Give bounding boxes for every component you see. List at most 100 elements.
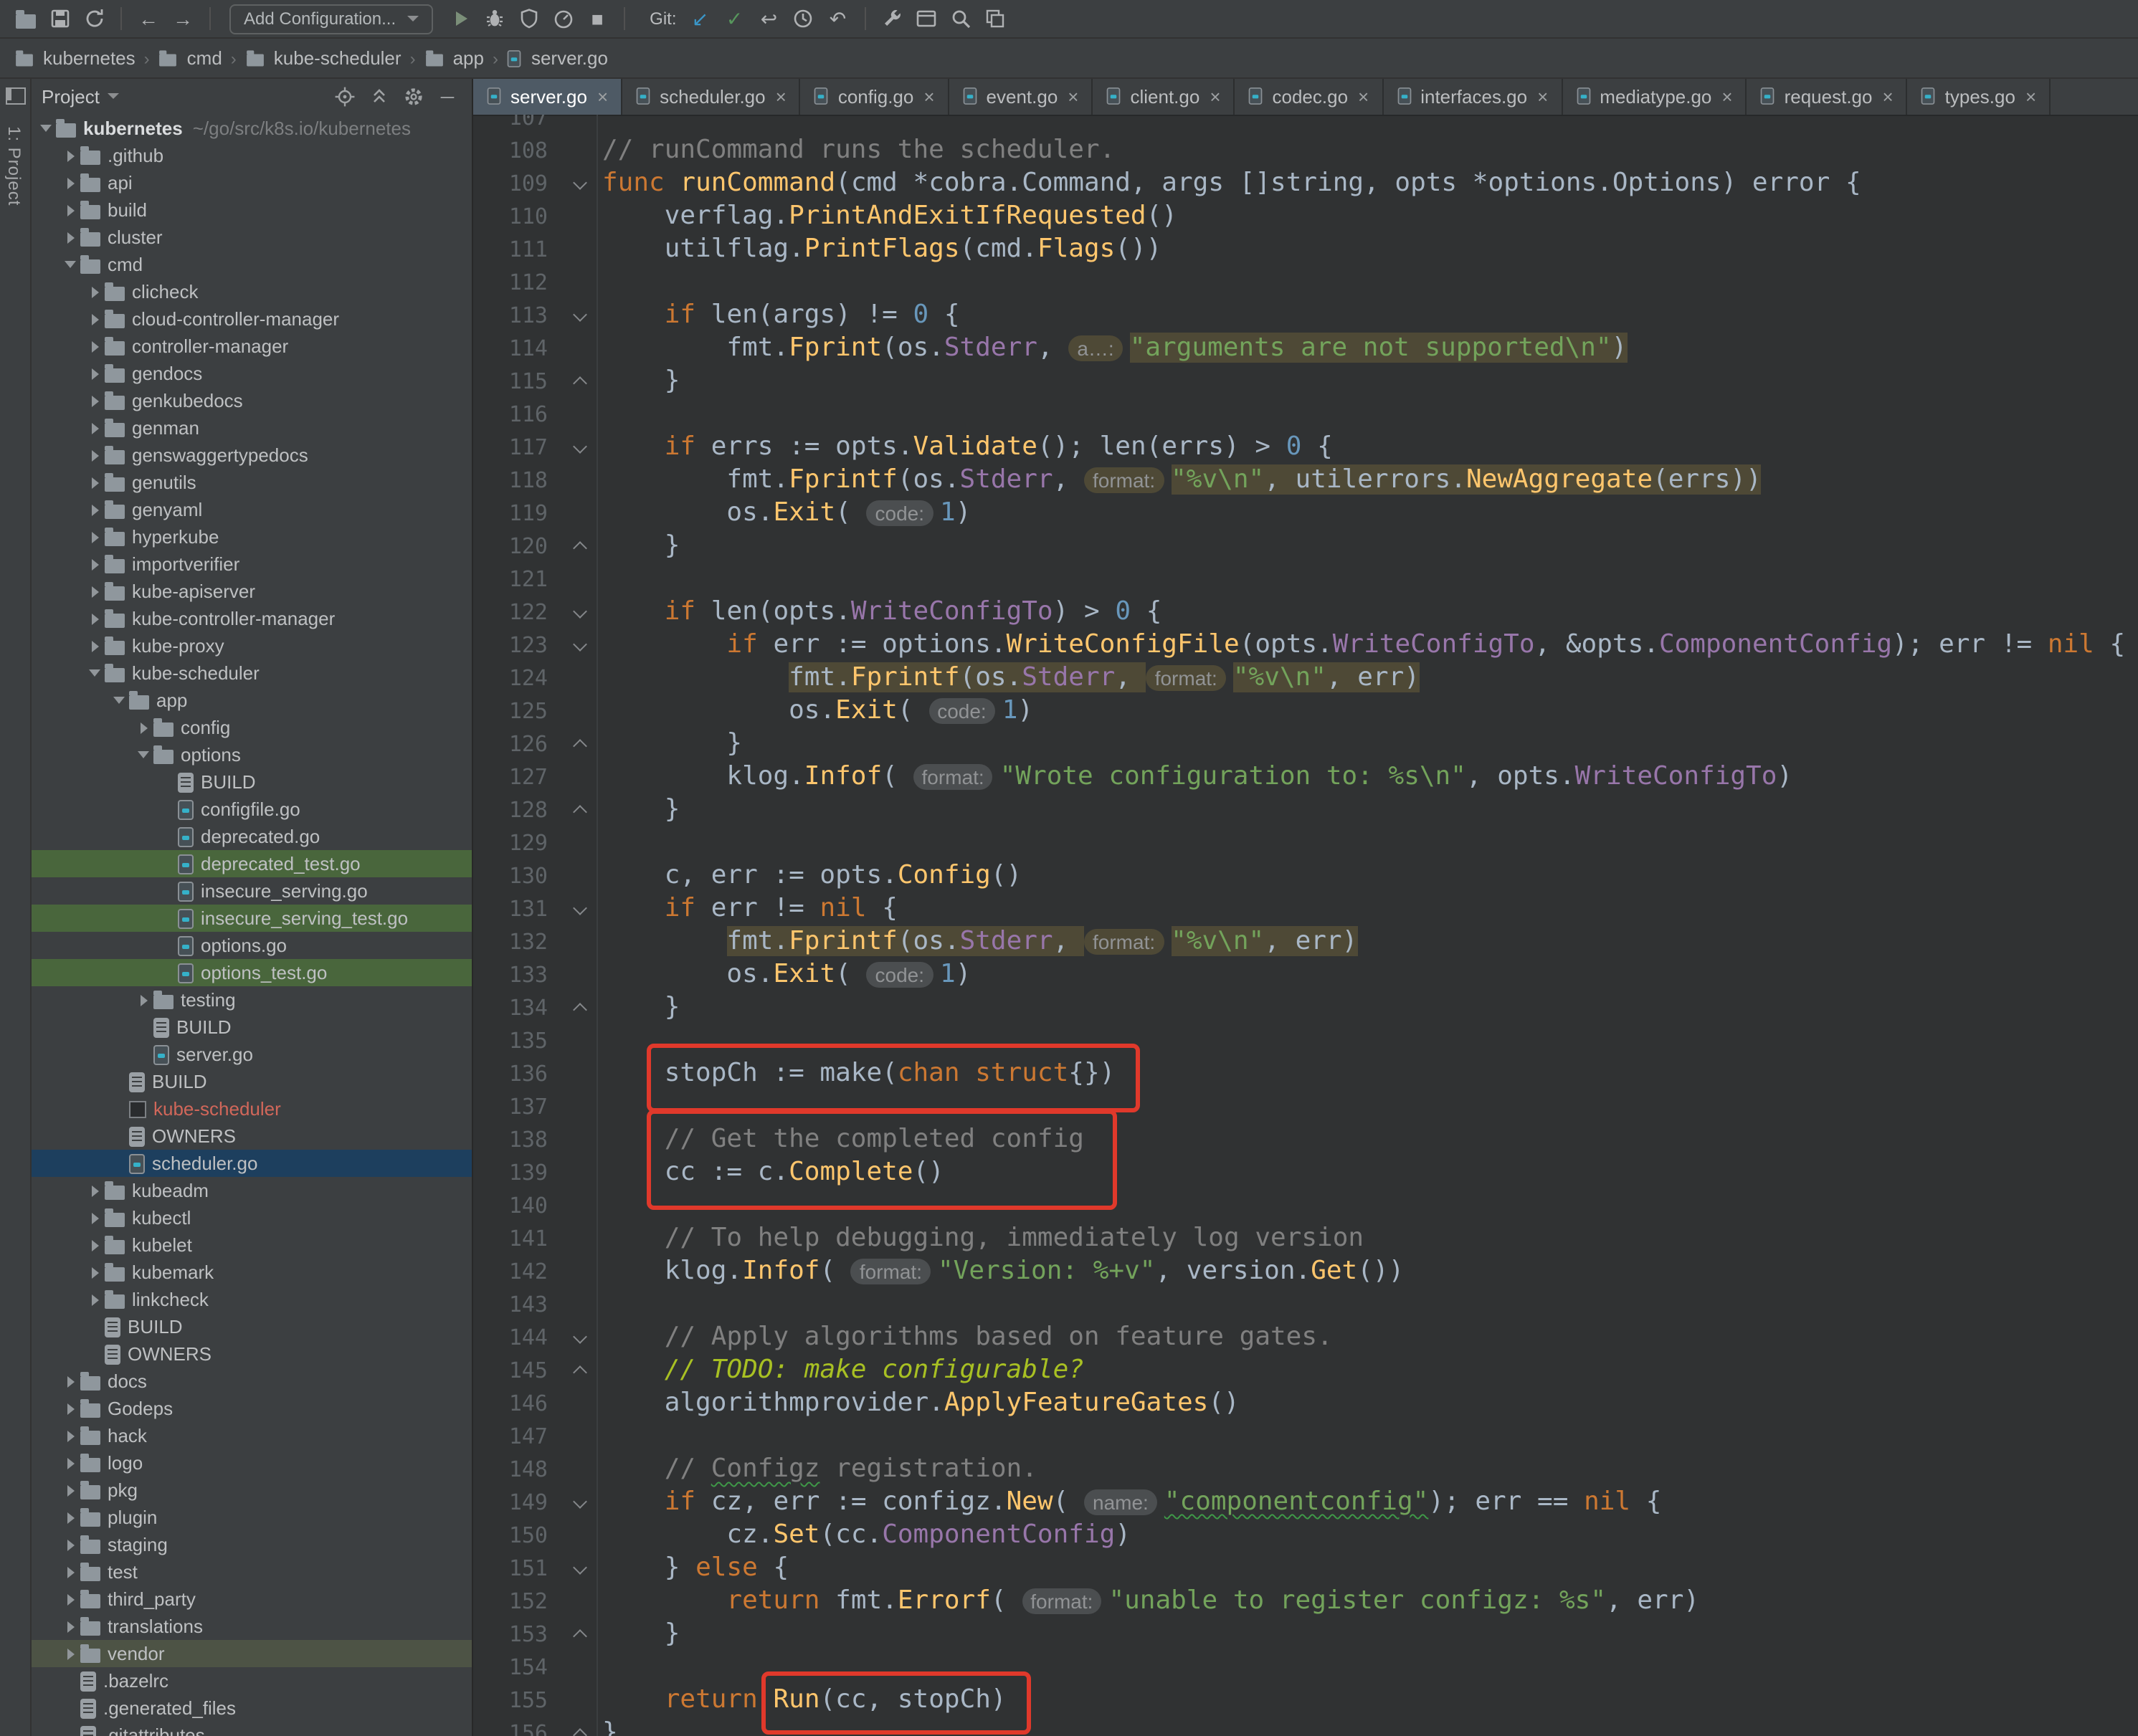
fold-gutter[interactable] — [548, 1287, 602, 1320]
line-number[interactable]: 112 — [473, 269, 548, 295]
profiler-icon[interactable] — [549, 5, 576, 32]
code-line-130[interactable]: 130 c, err := opts.Config() — [473, 859, 2138, 892]
line-number[interactable]: 147 — [473, 1423, 548, 1449]
line-number[interactable]: 133 — [473, 961, 548, 987]
close-icon[interactable] — [923, 87, 934, 105]
fold-collapse-icon[interactable] — [573, 901, 587, 915]
fold-gutter[interactable] — [548, 1584, 602, 1617]
project-tool-window-tab[interactable]: 1: Project — [4, 126, 24, 206]
code-line-116[interactable]: 116 — [473, 397, 2138, 430]
fold-gutter[interactable] — [548, 595, 602, 628]
code-text[interactable]: if err := options.WriteConfigFile(opts.W… — [602, 628, 2138, 661]
fold-gutter[interactable] — [548, 133, 602, 166]
fold-end-icon[interactable] — [573, 541, 587, 555]
code-text[interactable]: if cz, err := configz.New( name:"compone… — [602, 1484, 2138, 1519]
tree-item-config[interactable]: config — [30, 714, 472, 741]
code-line-144[interactable]: 144 // Apply algorithms based on feature… — [473, 1320, 2138, 1353]
tree-item-linkcheck[interactable]: linkcheck — [30, 1286, 472, 1313]
tree-item-gendocs[interactable]: gendocs — [30, 360, 472, 387]
fold-gutter[interactable] — [548, 1683, 602, 1716]
tree-collapsed-arrow-icon[interactable] — [85, 395, 105, 406]
code-line-126[interactable]: 126 } — [473, 727, 2138, 760]
tree-collapsed-arrow-icon[interactable] — [133, 994, 153, 1006]
open-folder-icon[interactable] — [11, 5, 39, 32]
fold-collapse-icon[interactable] — [573, 1330, 587, 1344]
tree-item-insecure_serving_test.go[interactable]: insecure_serving_test.go — [30, 905, 472, 932]
code-line-141[interactable]: 141 // To help debugging, immediately lo… — [473, 1221, 2138, 1254]
tree-item-kube-scheduler[interactable]: kube-scheduler — [30, 1095, 472, 1122]
close-icon[interactable] — [2025, 87, 2036, 105]
close-icon[interactable] — [1210, 87, 1220, 105]
tree-collapsed-arrow-icon[interactable] — [85, 1212, 105, 1224]
code-line-143[interactable]: 143 — [473, 1287, 2138, 1320]
tree-collapsed-arrow-icon[interactable] — [60, 1648, 80, 1659]
code-text[interactable]: return Run(cc, stopCh) — [602, 1683, 2138, 1716]
code-text[interactable]: // TODO: make configurable? — [602, 1353, 2138, 1386]
fold-gutter[interactable] — [548, 1419, 602, 1452]
tree-item-genutils[interactable]: genutils — [30, 469, 472, 496]
tree-collapsed-arrow-icon[interactable] — [60, 1403, 80, 1414]
line-number[interactable]: 138 — [473, 1126, 548, 1152]
fold-end-icon[interactable] — [573, 1629, 587, 1644]
code-line-129[interactable]: 129 — [473, 826, 2138, 859]
fold-collapse-icon[interactable] — [573, 439, 587, 454]
fold-gutter[interactable] — [548, 958, 602, 991]
tree-item-options.go[interactable]: options.go — [30, 932, 472, 959]
tree-collapsed-arrow-icon[interactable] — [85, 422, 105, 434]
tree-collapsed-arrow-icon[interactable] — [60, 1430, 80, 1441]
code-line-139[interactable]: 139 cc := c.Complete() — [473, 1155, 2138, 1188]
chevron-down-icon[interactable] — [108, 93, 120, 99]
code-text[interactable]: // Apply algorithms based on feature gat… — [602, 1320, 2138, 1353]
code-text[interactable]: } — [602, 793, 2138, 826]
line-number[interactable]: 155 — [473, 1687, 548, 1712]
git-update-icon[interactable]: ↙ — [687, 5, 714, 32]
fold-gutter[interactable] — [548, 1551, 602, 1584]
line-number[interactable]: 136 — [473, 1060, 548, 1086]
code-line-151[interactable]: 151 } else { — [473, 1551, 2138, 1584]
tree-item-genyaml[interactable]: genyaml — [30, 496, 472, 523]
tree-item-docs[interactable]: docs — [30, 1368, 472, 1395]
code-text[interactable]: klog.Infof( format:"Version: %+v", versi… — [602, 1254, 2138, 1288]
code-text[interactable]: algorithmprovider.ApplyFeatureGates() — [602, 1386, 2138, 1419]
tree-item-options_test.go[interactable]: options_test.go — [30, 959, 472, 986]
line-number[interactable]: 135 — [473, 1027, 548, 1053]
editor-tab-codec.go[interactable]: codec.go — [1235, 77, 1384, 115]
tree-item-kubeadm[interactable]: kubeadm — [30, 1177, 472, 1204]
fold-gutter[interactable] — [548, 1452, 602, 1485]
line-number[interactable]: 145 — [473, 1357, 548, 1383]
code-text[interactable]: if len(args) != 0 { — [602, 298, 2138, 331]
tree-collapsed-arrow-icon[interactable] — [60, 177, 80, 189]
close-icon[interactable] — [1721, 87, 1732, 105]
fold-end-icon[interactable] — [573, 376, 587, 391]
line-number[interactable]: 148 — [473, 1456, 548, 1482]
code-text[interactable]: klog.Infof( format:"Wrote configuration … — [602, 759, 2138, 793]
tree-collapsed-arrow-icon[interactable] — [85, 313, 105, 325]
code-text[interactable]: // Configz registration. — [602, 1452, 2138, 1485]
tree-item-logo[interactable]: logo — [30, 1449, 472, 1477]
line-number[interactable]: 116 — [473, 401, 548, 426]
fold-gutter[interactable] — [548, 859, 602, 892]
editor-tab-event.go[interactable]: event.go — [949, 77, 1093, 115]
tree-collapsed-arrow-icon[interactable] — [133, 722, 153, 733]
breadcrumb-item-cmd[interactable]: cmd — [158, 47, 222, 69]
tree-item-genswaggertypedocs[interactable]: genswaggertypedocs — [30, 442, 472, 469]
line-number[interactable]: 142 — [473, 1258, 548, 1284]
code-line-109[interactable]: 109func runCommand(cmd *cobra.Command, a… — [473, 166, 2138, 199]
tree-item-BUILD[interactable]: BUILD — [30, 768, 472, 796]
fold-gutter[interactable] — [548, 1221, 602, 1254]
fold-gutter[interactable] — [548, 1386, 602, 1419]
tree-item-.bazelrc[interactable]: .bazelrc — [30, 1667, 472, 1694]
line-number[interactable]: 126 — [473, 730, 548, 756]
fold-gutter[interactable] — [548, 232, 602, 265]
code-text[interactable]: // Get the completed config — [602, 1122, 2138, 1155]
code-text[interactable]: } — [602, 364, 2138, 397]
tree-item-deprecated_test.go[interactable]: deprecated_test.go — [30, 850, 472, 877]
line-number[interactable]: 127 — [473, 763, 548, 789]
code-line-111[interactable]: 111 utilflag.PrintFlags(cmd.Flags()) — [473, 232, 2138, 265]
tree-item-kube-scheduler[interactable]: kube-scheduler — [30, 659, 472, 687]
project-panel-title[interactable]: Project — [42, 85, 100, 107]
tree-collapsed-arrow-icon[interactable] — [60, 204, 80, 216]
line-number[interactable]: 109 — [473, 170, 548, 196]
line-number[interactable]: 156 — [473, 1720, 548, 1736]
git-undo-icon[interactable]: ↶ — [825, 5, 852, 32]
